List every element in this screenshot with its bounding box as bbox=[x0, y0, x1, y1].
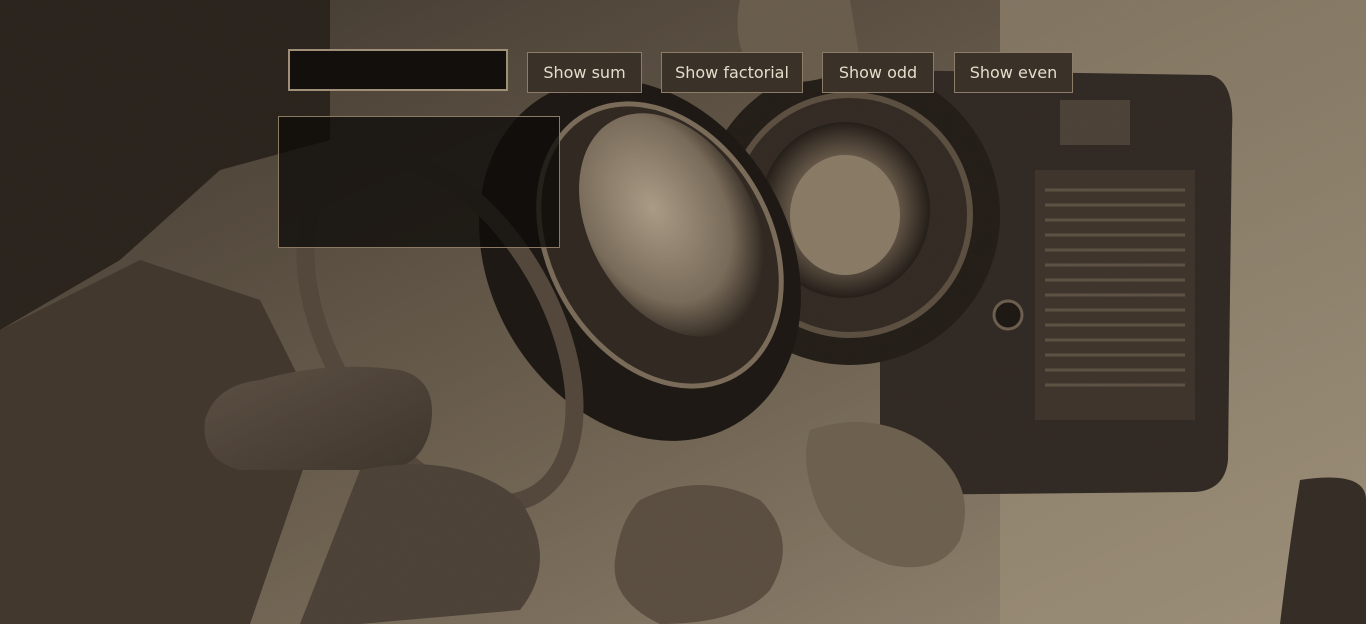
background-camera-photo bbox=[0, 0, 1366, 624]
show-sum-button[interactable]: Show sum bbox=[527, 52, 642, 93]
app-page: Show sum Show factorial Show odd Show ev… bbox=[0, 0, 1366, 624]
show-odd-button[interactable]: Show odd bbox=[822, 52, 934, 93]
number-input[interactable] bbox=[288, 49, 508, 91]
show-even-button[interactable]: Show even bbox=[954, 52, 1073, 93]
show-factorial-button[interactable]: Show factorial bbox=[661, 52, 803, 93]
result-output bbox=[278, 116, 560, 248]
